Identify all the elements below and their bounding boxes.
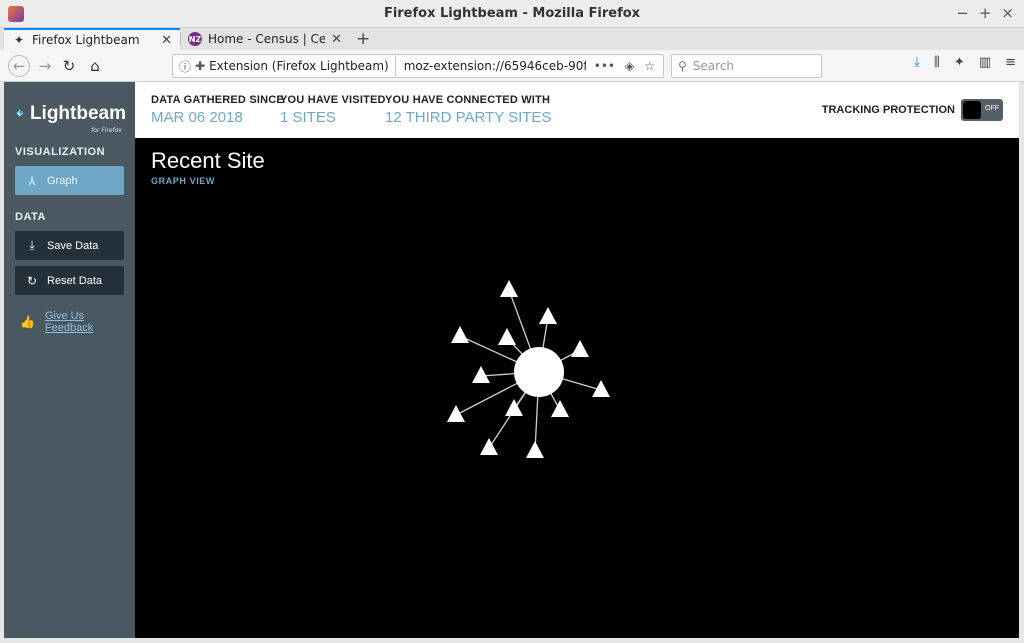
sidebar: Lightbeam for Firefox VISUALIZATION ⅄ Gr…: [4, 82, 135, 638]
maximize-button[interactable]: +: [979, 4, 992, 22]
tracking-protection: TRACKING PROTECTION OFF: [822, 99, 1003, 121]
stat-connected: YOU HAVE CONNECTED WITH 12 THIRD PARTY S…: [385, 94, 551, 126]
third-party-node: [500, 280, 518, 297]
graph-canvas[interactable]: Recent Site GRAPH VIEW: [135, 138, 1019, 638]
forward-icon[interactable]: →: [34, 55, 56, 77]
search-placeholder: Search: [692, 59, 735, 73]
window-border-right: [1019, 82, 1024, 638]
close-window-button[interactable]: ×: [1001, 4, 1014, 22]
visited-site-node[interactable]: [514, 347, 564, 397]
new-tab-icon[interactable]: +: [356, 29, 370, 49]
download-icon: ⤓: [29, 238, 35, 252]
url-text[interactable]: moz-extension://65946ceb-90ff-4ca0-a...: [396, 59, 586, 73]
site-identity[interactable]: ⓘ ✚ Extension (Firefox Lightbeam): [173, 55, 396, 77]
stat-label: DATA GATHERED SINCE: [151, 94, 284, 106]
window-controls: − + ×: [956, 4, 1014, 22]
third-party-node: [480, 438, 498, 455]
tab-label: Firefox Lightbeam: [32, 33, 140, 47]
search-input[interactable]: ⚲ Search: [671, 54, 822, 78]
logo-sub: for Firefox: [91, 127, 122, 134]
third-party-node: [539, 307, 557, 324]
pocket-icon[interactable]: ◈: [625, 59, 634, 73]
logo-word: Lightbeam: [29, 102, 126, 124]
graph-svg[interactable]: [135, 138, 1019, 638]
menu-icon[interactable]: ≡: [1005, 55, 1016, 70]
save-data-button[interactable]: ⤓ Save Data: [15, 231, 124, 260]
thumbs-up-icon: 👍: [20, 315, 35, 329]
info-icon: ⓘ: [179, 59, 192, 74]
data-heading: DATA: [15, 211, 46, 223]
graph-icon: ⅄: [28, 173, 36, 188]
lightbeam-logo-icon: [16, 109, 24, 117]
close-icon[interactable]: ✕: [161, 33, 172, 48]
sidebar-toggle-icon[interactable]: ▥: [979, 55, 991, 70]
tab-label: Home - Census | Census: [208, 32, 326, 46]
lightbeam-logo: Lightbeam for Firefox: [16, 96, 126, 134]
stat-gathered: DATA GATHERED SINCE MAR 06 2018: [151, 94, 284, 126]
third-party-node: [447, 405, 465, 422]
stats-header: DATA GATHERED SINCE MAR 06 2018 YOU HAVE…: [135, 82, 1019, 138]
window-border-bottom: [0, 638, 1024, 643]
reset-icon: ↻: [26, 273, 38, 288]
tracking-protection-label: TRACKING PROTECTION: [821, 104, 955, 116]
minimize-button[interactable]: −: [956, 4, 969, 22]
close-icon[interactable]: ✕: [331, 32, 342, 47]
page-actions-icon[interactable]: •••: [594, 59, 615, 73]
reload-icon[interactable]: ↻: [58, 55, 80, 77]
search-icon: ⚲: [678, 59, 687, 73]
window-titlebar: Firefox Lightbeam - Mozilla Firefox − + …: [0, 0, 1024, 28]
third-party-node: [451, 326, 469, 343]
third-party-node: [472, 366, 490, 383]
tab-census[interactable]: NZ Home - Census | Census ✕: [180, 28, 350, 50]
reset-label: Reset Data: [47, 274, 103, 287]
stat-value: 1 SITES: [280, 109, 336, 126]
toggle-knob: [963, 101, 981, 119]
back-icon[interactable]: ←: [8, 55, 30, 77]
lightbeam-icon: ✦: [13, 33, 25, 47]
home-icon[interactable]: ⌂: [84, 55, 106, 77]
stat-label: YOU HAVE VISITED: [280, 94, 386, 106]
third-party-node: [498, 328, 516, 345]
url-bar[interactable]: ⓘ ✚ Extension (Firefox Lightbeam) moz-ex…: [172, 54, 664, 78]
window-title: Firefox Lightbeam - Mozilla Firefox: [383, 6, 641, 21]
feedback-link[interactable]: Give Us Feedback: [45, 310, 135, 334]
tracking-protection-toggle[interactable]: OFF: [961, 99, 1003, 121]
stat-visited: YOU HAVE VISITED 1 SITES: [280, 94, 386, 126]
tab-strip: ✦ Firefox Lightbeam ✕ NZ Home - Census |…: [0, 28, 1024, 50]
visualization-heading: VISUALIZATION: [15, 146, 106, 158]
nz-icon: NZ: [188, 32, 202, 46]
tab-lightbeam[interactable]: ✦ Firefox Lightbeam ✕: [4, 28, 180, 50]
third-party-node: [551, 400, 569, 417]
stat-label: YOU HAVE CONNECTED WITH: [385, 94, 551, 106]
stat-value: 12 THIRD PARTY SITES: [385, 109, 552, 126]
stat-value: MAR 06 2018: [151, 109, 243, 126]
save-label: Save Data: [47, 239, 99, 252]
third-party-node: [526, 441, 544, 458]
graph-label: Graph: [47, 174, 78, 187]
identity-label: Extension (Firefox Lightbeam): [209, 59, 389, 73]
toolbar-icons: ⤓ ⫼ ✦ ▥ ≡: [914, 55, 1016, 70]
download-icon[interactable]: ⤓: [914, 55, 920, 70]
graph-button[interactable]: ⅄ Graph: [15, 166, 124, 195]
library-icon[interactable]: ⫼: [934, 55, 940, 70]
bookmark-star-icon[interactable]: ☆: [644, 59, 655, 73]
feedback-row: 👍 Give Us Feedback: [20, 310, 135, 334]
puzzle-icon: ✚: [195, 59, 206, 73]
toggle-state: OFF: [985, 105, 999, 112]
url-actions: ••• ◈ ☆: [586, 59, 663, 73]
reset-data-button[interactable]: ↻ Reset Data: [15, 266, 124, 295]
lightbeam-toolbar-icon[interactable]: ✦: [954, 55, 965, 70]
third-party-node: [571, 340, 589, 357]
nav-toolbar: ← → ↻ ⌂ ⓘ ✚ Extension (Firefox Lightbeam…: [0, 50, 1024, 82]
